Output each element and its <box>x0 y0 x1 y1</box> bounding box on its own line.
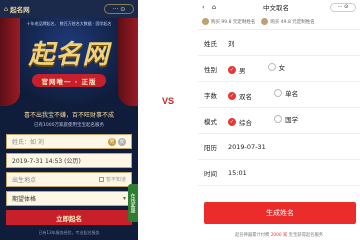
left-banner: 十年老品牌起名、 数百万姓名大数据 · 国学起名 起名网 官网唯一 · 正版 <box>0 18 138 106</box>
time-value[interactable]: 15:01 <box>228 169 354 177</box>
birthdate-value: 2019-7-31 14:53 (公历) <box>12 158 81 165</box>
check-icon: ✓ <box>228 92 236 100</box>
gender-male-button[interactable]: 男 <box>108 137 116 146</box>
surname-input[interactable]: 姓氏：如 刘 男 女 <box>6 134 132 149</box>
footer-count: 2000 家 <box>270 233 288 238</box>
char-count-label: 字数 <box>204 91 217 100</box>
banner-subtitle: 十年老品牌起名、 数百万姓名大数据 · 国学起名 <box>26 21 112 26</box>
ticker-text: 购买 49.8 元定制姓名 <box>270 19 315 25</box>
date-value[interactable]: 2019-07-31 <box>228 143 354 151</box>
gender-female-radio[interactable]: 女 <box>267 62 286 72</box>
gender-male-label: 男 <box>239 67 246 75</box>
ticker-item: 购买 99.8 元定制姓名 <box>202 18 255 25</box>
purchase-ticker: 购买 99.8 元定制姓名 购买 49.8 元定制姓名 <box>198 14 360 30</box>
checkbox-icon <box>98 177 104 182</box>
double-name-radio[interactable]: ✓ 双名 <box>228 91 252 101</box>
surname-placeholder: 姓氏：如 刘 <box>12 139 44 146</box>
mode-mix-radio[interactable]: ✓ 综合 <box>228 117 252 127</box>
left-slogan: 喜不出我宝不嫌，百不旺财事不成 <box>23 112 114 119</box>
mode-label: 模式 <box>204 117 217 126</box>
radio-empty-icon <box>274 115 283 123</box>
right-footer: 起名神器累计付费 2000 家 宝宝获得起名服务 <box>198 232 360 238</box>
home-icon[interactable]: ⌂ <box>212 3 222 11</box>
left-capsule-menu[interactable]: ··· ⊙ <box>104 4 134 14</box>
birthplace-label: 出生地点 <box>12 177 37 184</box>
radio-empty-icon <box>274 89 283 97</box>
time-label: 时间 <box>204 169 217 178</box>
surname-row[interactable]: 姓氏 刘 <box>198 30 360 56</box>
left-top-bar: ⌂ 起名网 ··· ⊙ <box>0 0 138 18</box>
back-icon[interactable]: ‹ <box>202 3 212 11</box>
comparison-stage: ⌂ 起名网 ··· ⊙ 十年老品牌起名、 数百万姓名大数据 · 国学起名 起名网… <box>0 0 360 240</box>
surname-value[interactable]: 刘 <box>228 38 354 48</box>
left-description: 已有1000万家庭使用宝宝起名服务 <box>34 123 104 128</box>
gender-female-label: 女 <box>278 64 286 72</box>
gender-male-radio[interactable]: ✓ 男 <box>228 65 246 75</box>
mode-mix-label: 综合 <box>239 119 252 127</box>
left-phone-screen: ⌂ 起名网 ··· ⊙ 十年老品牌起名、 数百万姓名大数据 · 国学起名 起名网… <box>0 0 138 240</box>
surname-label: 姓氏 <box>204 39 217 48</box>
right-capsule-menu[interactable]: ··· ⊙ <box>330 2 356 12</box>
footer-prefix: 起名神器累计付费 <box>234 233 270 238</box>
gender-row: 性别 ✓ 男 女 <box>198 56 360 82</box>
service-value: 期望体格 <box>12 196 37 203</box>
date-row[interactable]: 阳历 2019-07-31 <box>198 134 360 160</box>
service-select[interactable]: 期望体格 ▾ <box>6 191 132 206</box>
check-icon: ✓ <box>228 66 236 74</box>
birthplace-field[interactable]: 出生地点 暂不知道 <box>6 172 132 187</box>
birthdate-field[interactable]: 2019-7-31 14:53 (公历) <box>6 153 132 168</box>
ticker-text: 购买 99.8 元定制姓名 <box>211 19 256 25</box>
banner-headline: 起名网 <box>28 40 110 70</box>
vs-label: VS <box>162 96 175 106</box>
ticker-item: 购买 49.8 元定制姓名 <box>261 18 315 25</box>
date-label: 阳历 <box>204 143 217 152</box>
mode-row: 模式 ✓ 综合 国学 <box>198 108 360 134</box>
nav-title: 中文取名 <box>263 4 289 12</box>
gender-female-button[interactable]: 女 <box>118 137 126 146</box>
mode-classic-label: 国学 <box>285 116 299 124</box>
single-name-label: 单名 <box>285 90 299 98</box>
footer-suffix: 宝宝获得起名服务 <box>288 233 324 238</box>
double-name-label: 双名 <box>239 93 252 101</box>
radio-empty-icon <box>267 63 276 71</box>
left-footer: 已有13年服务经验，专业起名服务 <box>38 230 100 235</box>
check-icon: ✓ <box>228 118 236 126</box>
birthplace-unknown-label: 暂不知道 <box>105 177 126 183</box>
mode-classic-radio[interactable]: 国学 <box>274 114 298 124</box>
banner-tag: 官网唯一 · 正版 <box>32 74 106 87</box>
customer-service-tab[interactable]: 在线客服 <box>128 184 138 222</box>
left-app-title: 起名网 <box>10 6 30 14</box>
generate-name-button[interactable]: 生成姓名 <box>204 202 356 224</box>
chevron-down-icon: ▾ <box>122 195 126 202</box>
time-row[interactable]: 时间 15:01 <box>198 160 360 186</box>
single-name-radio[interactable]: 单名 <box>274 88 298 98</box>
right-phone-screen: ‹ ⌂ 中文取名 ··· ⊙ 购买 99.8 元定制姓名 购买 49.8 元定制… <box>198 0 360 240</box>
avatar <box>202 18 209 25</box>
home-icon[interactable]: ⌂ <box>4 5 8 13</box>
char-count-row: 字数 ✓ 双名 单名 <box>198 82 360 108</box>
submit-button[interactable]: 立即起名 <box>6 210 132 225</box>
birthplace-unknown-checkbox[interactable]: 暂不知道 <box>98 176 126 183</box>
right-nav-bar: ‹ ⌂ 中文取名 ··· ⊙ <box>198 0 360 14</box>
left-form: 姓氏：如 刘 男 女 2019-7-31 14:53 (公历) 出生地点 暂不知… <box>6 134 132 225</box>
gender-toggle[interactable]: 男 女 <box>108 137 126 146</box>
avatar <box>261 18 269 25</box>
gender-label: 性别 <box>204 65 217 74</box>
